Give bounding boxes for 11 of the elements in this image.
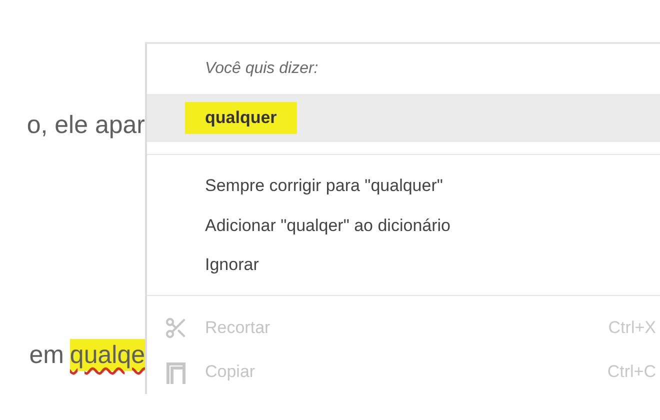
menu-item[interactable]: Adicionar "qualqer" ao dicionário [147, 206, 660, 246]
misspelled-word: qualqe [70, 339, 145, 371]
document-text: em [29, 340, 64, 371]
suggestion-item[interactable]: qualquer [147, 94, 660, 142]
menu-header: Você quis dizer: [204, 58, 320, 79]
document-text: o, ele apar [26, 110, 145, 141]
copy-icon [165, 360, 187, 384]
suggestion-text: qualquer [185, 102, 297, 134]
menu-item[interactable]: Sempre corrigir para "qualquer" [147, 166, 660, 206]
menu-item[interactable]: Ignorar [147, 246, 660, 286]
scissors-icon [164, 316, 188, 340]
